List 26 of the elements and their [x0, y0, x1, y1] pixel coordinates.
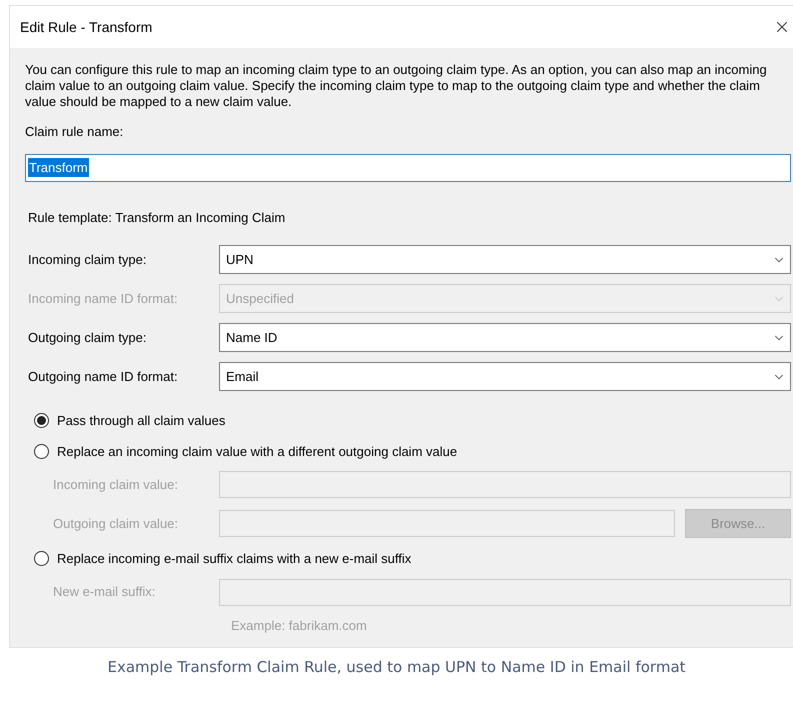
dropdown[interactable]: Name ID	[219, 323, 791, 352]
input-field[interactable]	[219, 578, 791, 606]
field-label: Outgoing claim value:	[53, 514, 180, 533]
radio-button[interactable]	[34, 413, 49, 428]
field-label: Incoming claim value:	[53, 476, 179, 494]
radio-option[interactable]: Replace an incoming claim value with a different outgoing claim value	[34, 442, 458, 461]
input-field[interactable]	[219, 510, 675, 537]
radio-option[interactable]: Pass through all claim values	[34, 411, 226, 430]
field-label: Outgoing claim type:	[28, 328, 148, 347]
rule-name-field[interactable]: Transform	[25, 154, 791, 182]
field-label: Outgoing name ID format:	[28, 368, 179, 386]
template-text: Rule template: Transform an Incoming Claim	[28, 208, 286, 227]
radio-button[interactable]	[34, 444, 49, 459]
field-label: Incoming claim type:	[28, 250, 148, 269]
dropdown[interactable]: Email	[219, 362, 791, 391]
window-title: Edit Rule - Transform	[20, 18, 152, 36]
radio-button[interactable]	[34, 551, 49, 566]
input-field[interactable]	[219, 471, 791, 498]
image-caption: Example Transform Claim Rule, used to map UPN to Name ID in Email format	[107, 657, 686, 678]
radio-option[interactable]: Replace incoming e-mail suffix claims with a new e-mail suffix	[34, 549, 412, 568]
description-text: You can configure this rule to map an incoming claim type to an outgoing claim type. As an option, you can also map an incoming claim value to an outgoing claim value. Specify the incoming claim type to map to the outgoing claim type and whether the claim value should be mapped to a new claim value.	[25, 62, 768, 110]
dropdown[interactable]: UPN	[219, 245, 791, 274]
example-text: Example: fabrikam.com	[231, 616, 368, 635]
field-label: New e-mail suffix:	[53, 583, 156, 602]
field-label: Claim rule name:	[25, 123, 124, 141]
field-label: Incoming name ID format:	[28, 290, 179, 308]
